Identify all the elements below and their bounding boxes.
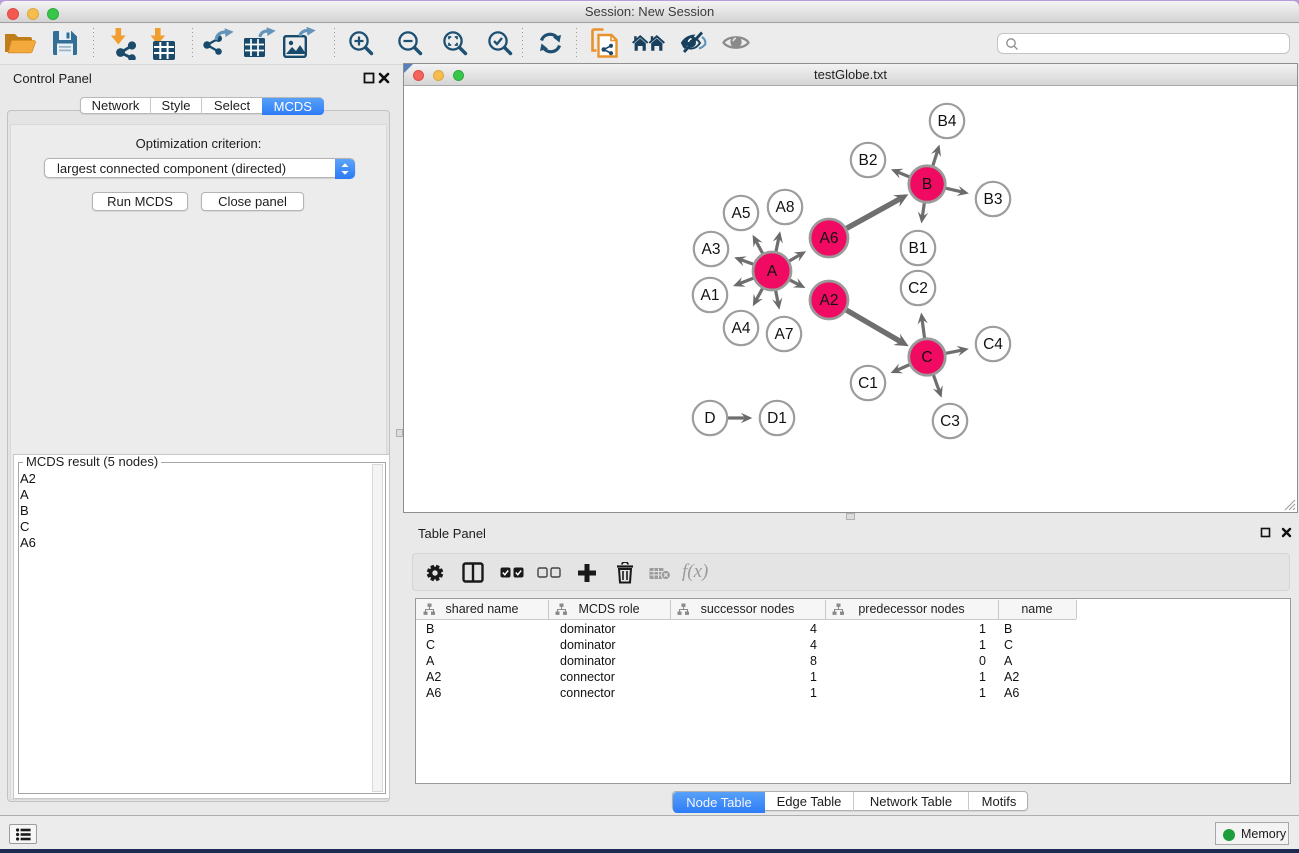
- svg-text:A8: A8: [776, 199, 795, 216]
- svg-text:C3: C3: [940, 413, 960, 430]
- svg-text:B2: B2: [859, 152, 878, 169]
- svg-text:C2: C2: [908, 280, 928, 297]
- svg-text:A7: A7: [775, 326, 794, 343]
- svg-text:B1: B1: [909, 240, 928, 257]
- svg-text:D1: D1: [767, 410, 787, 427]
- svg-text:A6: A6: [820, 230, 839, 247]
- svg-text:B4: B4: [938, 113, 957, 130]
- svg-text:D: D: [704, 410, 715, 427]
- svg-text:A4: A4: [732, 320, 751, 337]
- svg-text:C4: C4: [983, 336, 1003, 353]
- svg-text:A: A: [767, 263, 778, 280]
- svg-text:A2: A2: [820, 292, 839, 309]
- svg-text:C1: C1: [858, 375, 878, 392]
- svg-text:A1: A1: [701, 287, 720, 304]
- svg-text:B3: B3: [984, 191, 1003, 208]
- svg-text:A3: A3: [702, 241, 721, 258]
- svg-text:C: C: [921, 349, 932, 366]
- svg-text:B: B: [922, 176, 932, 193]
- svg-text:A5: A5: [732, 205, 751, 222]
